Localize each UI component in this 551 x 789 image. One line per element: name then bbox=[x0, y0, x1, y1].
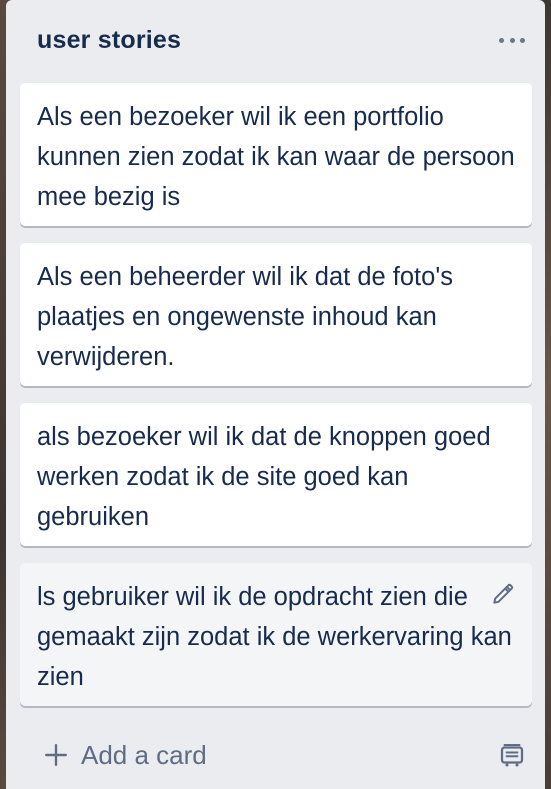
list-header: user stories bbox=[6, 0, 545, 82]
ellipsis-dot bbox=[520, 37, 525, 43]
card-title: als bezoeker wil ik dat de knoppen goed … bbox=[37, 423, 491, 531]
ellipsis-icon[interactable] bbox=[499, 32, 525, 48]
add-card-label: Add a card bbox=[81, 739, 207, 770]
plus-icon bbox=[45, 744, 67, 766]
ellipsis-dot bbox=[509, 37, 515, 43]
card[interactable]: Als een beheerder wil ik dat de foto's p… bbox=[20, 243, 532, 386]
card-title: Als een beheerder wil ik dat de foto's p… bbox=[37, 263, 453, 371]
pencil-icon[interactable] bbox=[490, 581, 516, 607]
card-hovered[interactable]: ls gebruiker wil ik de opdracht zien die… bbox=[20, 563, 532, 706]
card[interactable]: Als een bezoeker wil ik een portfolio ku… bbox=[20, 83, 532, 226]
list-column: user stories Als een bezoeker wil ik een… bbox=[6, 0, 545, 789]
card-title: Als een bezoeker wil ik een portfolio ku… bbox=[37, 103, 515, 211]
add-card-button[interactable]: Add a card bbox=[43, 735, 207, 775]
card-template-icon[interactable] bbox=[497, 740, 527, 770]
card-title: ls gebruiker wil ik de opdracht zien die… bbox=[37, 583, 512, 691]
card[interactable]: als bezoeker wil ik dat de knoppen goed … bbox=[20, 403, 532, 546]
list-title[interactable]: user stories bbox=[37, 26, 181, 55]
ellipsis-dot bbox=[499, 37, 504, 43]
